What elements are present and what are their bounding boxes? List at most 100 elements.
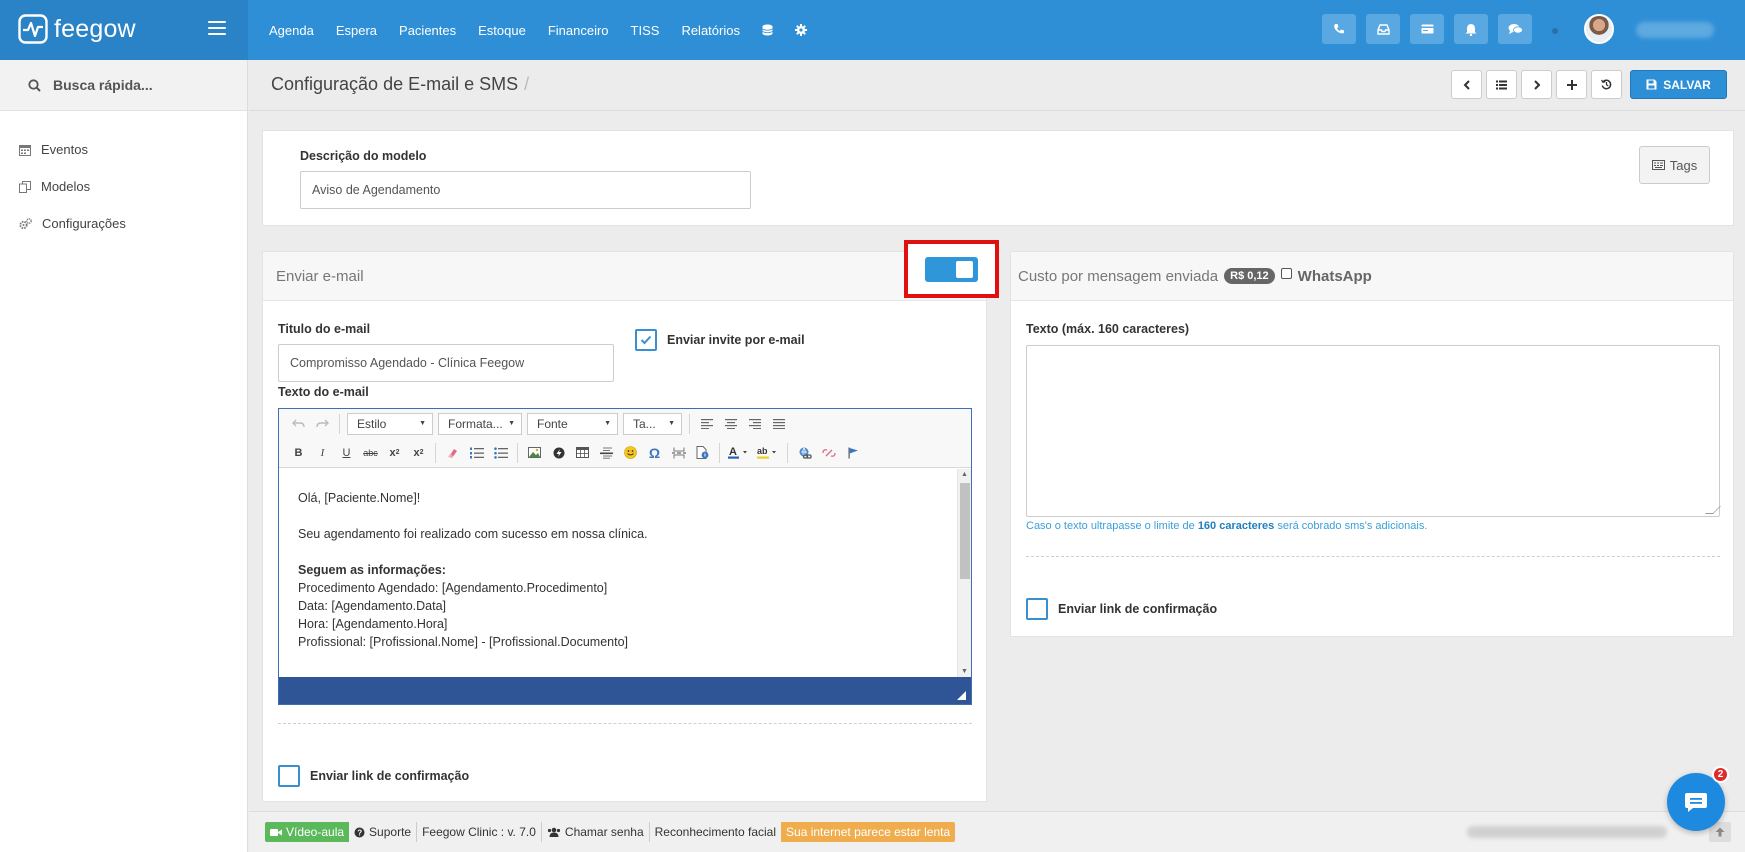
sidebar-item-eventos[interactable]: Eventos [0, 131, 247, 168]
bell-icon[interactable] [1454, 14, 1488, 44]
nav-financeiro[interactable]: Financeiro [548, 23, 609, 38]
copy-icon [19, 180, 31, 193]
flash-icon[interactable] [549, 443, 568, 462]
top-actions [1322, 14, 1532, 44]
unlink-icon[interactable] [819, 443, 838, 462]
face-recognition-button[interactable]: Reconhecimento facial [650, 822, 781, 842]
nav-estoque[interactable]: Estoque [478, 23, 526, 38]
save-button[interactable]: SALVAR [1630, 70, 1727, 99]
textarea-resize-icon[interactable] [1705, 506, 1721, 514]
page-header: Configuração de E-mail e SMS / SALVAR [249, 60, 1745, 111]
toolbar-separator [339, 413, 340, 434]
nav-pacientes[interactable]: Pacientes [399, 23, 456, 38]
special-char-icon[interactable]: Ω [645, 443, 664, 462]
strikethrough-icon[interactable]: abc [361, 443, 380, 462]
bullet-list-icon[interactable] [491, 443, 510, 462]
call-password-button[interactable]: Chamar senha [542, 822, 650, 842]
check-icon [640, 335, 652, 345]
anchor-flag-icon[interactable] [843, 443, 862, 462]
tags-button[interactable]: Tags [1639, 146, 1710, 184]
scroll-up-icon[interactable]: ▲ [961, 471, 968, 478]
size-dropdown[interactable]: Ta... ▼ [623, 412, 682, 435]
list-button[interactable] [1486, 70, 1517, 99]
nav-espera[interactable]: Espera [336, 23, 377, 38]
invite-checkbox[interactable] [635, 329, 657, 351]
toggle-knob [956, 261, 973, 278]
align-left-icon[interactable] [697, 414, 716, 433]
toolbar-separator [689, 413, 690, 434]
description-panel: Descrição do modelo Aviso de Agendamento… [262, 130, 1734, 226]
whatsapp-checkbox[interactable] [1280, 267, 1292, 279]
nav-relatorios[interactable]: Relatórios [681, 23, 740, 38]
scroll-thumb[interactable] [960, 483, 970, 579]
inbox-icon[interactable] [1366, 14, 1400, 44]
nav-agenda[interactable]: Agenda [269, 23, 314, 38]
database-icon[interactable] [762, 24, 773, 36]
redo-icon[interactable] [313, 414, 332, 433]
smiley-icon[interactable] [621, 443, 640, 462]
calendar-icon [19, 144, 31, 156]
numbered-list-icon[interactable] [467, 443, 486, 462]
sms-confirm-link-row[interactable]: Enviar link de confirmação [1026, 598, 1217, 620]
resize-grip-icon[interactable] [957, 691, 966, 700]
call-password-label: Chamar senha [564, 825, 644, 839]
bold-icon[interactable]: B [289, 443, 308, 462]
font-dropdown[interactable]: Fonte ▼ [527, 412, 618, 435]
editor-scrollbar[interactable]: ▲ ▼ [957, 469, 971, 677]
hamburger-menu-icon[interactable] [208, 21, 226, 35]
sidebar: Busca rápida... Eventos Modelos Configur… [0, 60, 248, 852]
gear-icon[interactable] [794, 24, 807, 36]
history-button[interactable] [1591, 70, 1622, 99]
iframe-icon[interactable] [693, 443, 712, 462]
page-break-icon[interactable] [669, 443, 688, 462]
feegow-logo[interactable]: feegow [18, 14, 136, 44]
horizontal-line-icon[interactable] [597, 443, 616, 462]
phone-icon[interactable] [1322, 14, 1356, 44]
background-color-icon[interactable]: ab [756, 443, 780, 462]
chat-icon[interactable] [1498, 14, 1532, 44]
email-confirm-link-checkbox[interactable] [278, 765, 300, 787]
remove-format-icon[interactable] [443, 443, 462, 462]
sms-confirm-link-checkbox[interactable] [1026, 598, 1048, 620]
send-email-toggle[interactable] [925, 257, 978, 282]
card-icon[interactable] [1410, 14, 1444, 44]
scroll-down-icon[interactable]: ▼ [961, 668, 968, 675]
video-lesson-button[interactable]: Vídeo-aula [265, 822, 350, 842]
add-button[interactable] [1556, 70, 1587, 99]
link-icon[interactable] [795, 443, 814, 462]
sidebar-item-modelos[interactable]: Modelos [0, 168, 247, 205]
style-dropdown[interactable]: Estilo ▼ [347, 412, 433, 435]
underline-icon[interactable]: U [337, 443, 356, 462]
sidebar-item-configuracoes[interactable]: Configurações [0, 205, 247, 242]
support-button[interactable]: ? Suporte [349, 822, 418, 842]
undo-icon[interactable] [289, 414, 308, 433]
subscript-icon[interactable]: x2 [385, 443, 404, 462]
support-label: Suporte [369, 825, 412, 839]
align-justify-icon[interactable] [769, 414, 788, 433]
quick-search[interactable]: Busca rápida... [0, 60, 247, 111]
editor-content[interactable]: Olá, [Paciente.Nome]! Seu agendamento fo… [279, 469, 957, 677]
align-center-icon[interactable] [721, 414, 740, 433]
nav-tiss[interactable]: TISS [631, 23, 660, 38]
text-color-icon[interactable]: A [727, 443, 751, 462]
table-icon[interactable] [573, 443, 592, 462]
user-avatar[interactable] [1584, 14, 1614, 44]
italic-icon[interactable]: I [313, 443, 332, 462]
invite-checkbox-row[interactable]: Enviar invite por e-mail [635, 329, 805, 351]
previous-button[interactable] [1451, 70, 1482, 99]
format-dropdown-label: Formata... [448, 416, 503, 431]
email-title-input[interactable]: Compromisso Agendado - Clínica Feegow [278, 344, 614, 382]
email-confirm-link-row[interactable]: Enviar link de confirmação [278, 765, 469, 787]
user-name-blurred[interactable] [1636, 22, 1714, 38]
align-right-icon[interactable] [745, 414, 764, 433]
footer-items: Vídeo-aula ? Suporte Feegow Clinic : v. … [265, 822, 956, 842]
next-button[interactable] [1521, 70, 1552, 99]
email-confirm-link-label: Enviar link de confirmação [310, 769, 470, 783]
description-input[interactable]: Aviso de Agendamento [300, 171, 751, 209]
image-icon[interactable] [525, 443, 544, 462]
tags-button-label: Tags [1669, 157, 1698, 173]
superscript-icon[interactable]: x2 [409, 443, 428, 462]
brand-name: feegow [54, 14, 136, 43]
format-dropdown[interactable]: Formata... ▼ [438, 412, 522, 435]
sms-textarea[interactable] [1026, 345, 1721, 517]
